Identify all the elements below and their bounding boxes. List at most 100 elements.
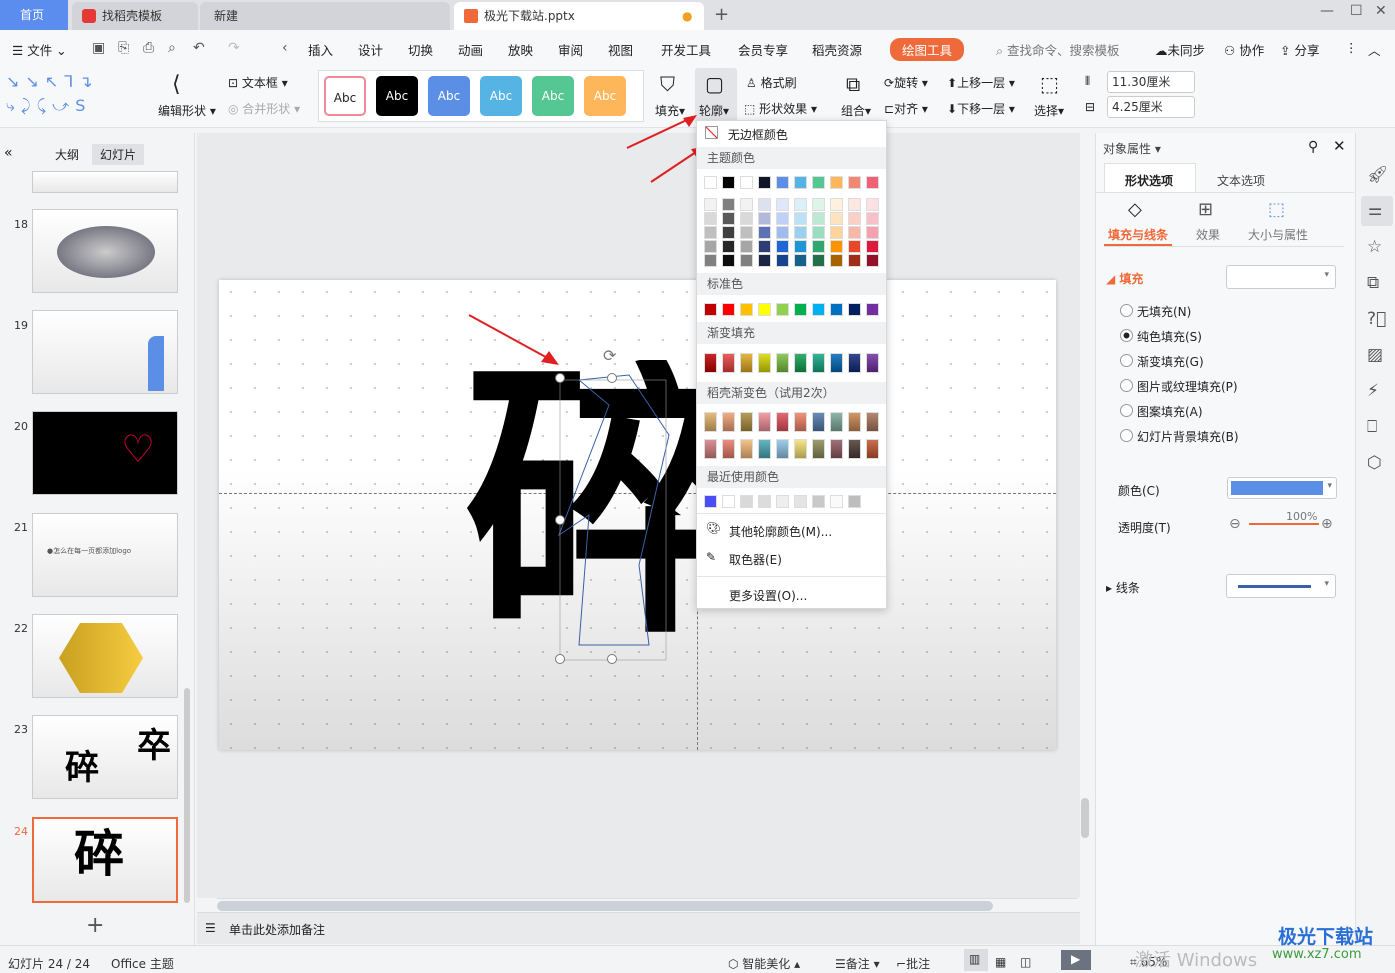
select-button[interactable]: 选择▾: [1034, 102, 1064, 119]
theme-shade-swatch[interactable]: [866, 226, 879, 239]
theme-color-swatch[interactable]: [704, 176, 717, 189]
theme-shade-swatch[interactable]: [722, 240, 735, 253]
recent-color-swatch[interactable]: [758, 495, 771, 508]
style-blue[interactable]: Abc: [428, 76, 470, 116]
recent-color-swatch[interactable]: [794, 495, 807, 508]
daoke-gradient-swatch[interactable]: [866, 439, 879, 459]
star-icon[interactable]: ☆: [1367, 239, 1382, 256]
recent-color-swatch[interactable]: [704, 495, 717, 508]
export-icon[interactable]: ⎘: [118, 41, 129, 55]
fill-option-label[interactable]: 图片或纹理填充(P): [1137, 378, 1238, 395]
menu-design[interactable]: 设计: [358, 40, 383, 59]
notes-area[interactable]: ☰ 单击此处添加备注: [197, 912, 1080, 944]
style-white[interactable]: Abc: [324, 76, 366, 116]
theme-shade-swatch[interactable]: [704, 226, 717, 239]
decrease-transparency-icon[interactable]: ⊖: [1229, 516, 1241, 532]
fill-type-dropdown[interactable]: ▾: [1226, 265, 1336, 289]
menu-view[interactable]: 视图: [608, 40, 633, 59]
vertical-scrollbar[interactable]: [1081, 798, 1089, 838]
gradient-swatch[interactable]: [812, 353, 825, 373]
menu-animation[interactable]: 动画: [458, 40, 483, 59]
tab-new[interactable]: 新建: [200, 2, 450, 30]
theme-shade-swatch[interactable]: [776, 212, 789, 225]
smart-beautify-button[interactable]: ⬡ 智能美化 ▴: [728, 955, 800, 972]
gradient-swatch[interactable]: [758, 353, 771, 373]
theme-color-swatch[interactable]: [812, 176, 825, 189]
resize-handle[interactable]: [555, 654, 565, 664]
theme-shade-swatch[interactable]: [794, 212, 807, 225]
theme-name[interactable]: Office 主题: [111, 955, 174, 972]
recent-color-swatch[interactable]: [812, 495, 825, 508]
outline-button[interactable]: ▢ 轮廓▾: [695, 68, 737, 124]
theme-shade-swatch[interactable]: [776, 254, 789, 267]
gradient-swatch[interactable]: [776, 353, 789, 373]
fill-option-label[interactable]: 图案填充(A): [1137, 403, 1203, 420]
gradient-swatch[interactable]: [722, 353, 735, 373]
tab-slides[interactable]: 幻灯片: [92, 144, 145, 165]
theme-shade-swatch[interactable]: [830, 240, 843, 253]
collapse-panel-icon[interactable]: «: [4, 145, 13, 161]
textbox-button[interactable]: ⊡ 文本框 ▾: [228, 74, 288, 91]
rotate-handle-icon[interactable]: ⟳: [603, 346, 616, 365]
daoke-gradient-swatch[interactable]: [812, 412, 825, 432]
connector-gallery[interactable]: ↘↘↖⅂↴ ⤷⤸⤹⤻S: [6, 70, 146, 120]
menu-drawing-tools[interactable]: 绘图工具: [890, 38, 965, 61]
theme-shade-swatch[interactable]: [722, 226, 735, 239]
more-icon[interactable]: ⋮: [1345, 40, 1358, 55]
recent-color-swatch[interactable]: [830, 495, 843, 508]
tab-outline[interactable]: 大纲: [55, 146, 79, 163]
notes-button[interactable]: ☰备注 ▾: [835, 955, 880, 972]
resize-handle[interactable]: [555, 515, 565, 525]
lightning-icon[interactable]: ⚡︎: [1367, 383, 1379, 400]
gradient-swatch[interactable]: [866, 353, 879, 373]
fill-option-radio[interactable]: [1120, 329, 1133, 342]
comment-button[interactable]: ⌐批注: [896, 955, 930, 972]
pin-icon[interactable]: ⚲: [1308, 139, 1318, 155]
edit-shape-button[interactable]: 编辑形状 ▾: [158, 102, 216, 119]
menu-review[interactable]: 审阅: [558, 40, 583, 59]
image-icon[interactable]: ▨: [1367, 347, 1383, 364]
more-settings-item[interactable]: 更多设置(O)...: [729, 587, 807, 604]
standard-color-swatch[interactable]: [704, 303, 717, 316]
recent-color-swatch[interactable]: [776, 495, 789, 508]
daoke-gradient-swatch[interactable]: [776, 412, 789, 432]
redo-icon[interactable]: ↷: [228, 41, 240, 55]
slide-thumb-24[interactable]: 碎: [32, 817, 178, 903]
tab-text-options[interactable]: 文本选项: [1217, 172, 1265, 189]
slide-thumb-17[interactable]: [32, 171, 178, 193]
height-input[interactable]: 11.30厘米: [1107, 71, 1195, 93]
preview-icon[interactable]: ⌕: [168, 41, 176, 55]
subtab-fill-line[interactable]: 填充与线条: [1108, 226, 1168, 243]
theme-shade-swatch[interactable]: [704, 212, 717, 225]
theme-shade-swatch[interactable]: [812, 226, 825, 239]
gradient-swatch[interactable]: [794, 353, 807, 373]
theme-shade-swatch[interactable]: [758, 212, 771, 225]
close-window-icon[interactable]: ✕: [1375, 4, 1387, 18]
standard-color-swatch[interactable]: [740, 303, 753, 316]
slide-thumb-21[interactable]: ●怎么在每一页都添加logo: [32, 513, 178, 597]
cube-icon[interactable]: ⬡: [1367, 455, 1382, 472]
undo-icon[interactable]: ↶: [193, 41, 205, 55]
gradient-swatch[interactable]: [704, 353, 717, 373]
theme-shade-swatch[interactable]: [776, 198, 789, 211]
slide-thumb-20[interactable]: ♡: [32, 411, 178, 495]
more-outline-colors-item[interactable]: 其他轮廓颜色(M)...: [729, 523, 832, 540]
menu-transition[interactable]: 切换: [408, 40, 433, 59]
new-tab-icon[interactable]: +: [714, 6, 729, 24]
subtab-effect[interactable]: 效果: [1196, 226, 1220, 243]
tab-templates[interactable]: 找稻壳模板: [72, 2, 198, 30]
normal-view-button[interactable]: ▥: [964, 949, 988, 971]
increase-transparency-icon[interactable]: ⊕: [1321, 516, 1333, 532]
bring-forward-button[interactable]: ⬆上移一层 ▾: [947, 74, 1015, 91]
daoke-gradient-swatch[interactable]: [758, 412, 771, 432]
save-icon[interactable]: ▣: [92, 41, 105, 55]
align-button[interactable]: ⊏对齐 ▾: [884, 100, 928, 117]
recent-color-swatch[interactable]: [848, 495, 861, 508]
theme-shade-swatch[interactable]: [812, 240, 825, 253]
standard-color-swatch[interactable]: [758, 303, 771, 316]
gradient-swatch[interactable]: [740, 353, 753, 373]
menu-member[interactable]: 会员专享: [738, 40, 788, 59]
theme-shade-swatch[interactable]: [848, 198, 861, 211]
fill-section-toggle[interactable]: ◢ 填充: [1106, 270, 1143, 287]
fill-option-radio[interactable]: [1120, 354, 1133, 367]
